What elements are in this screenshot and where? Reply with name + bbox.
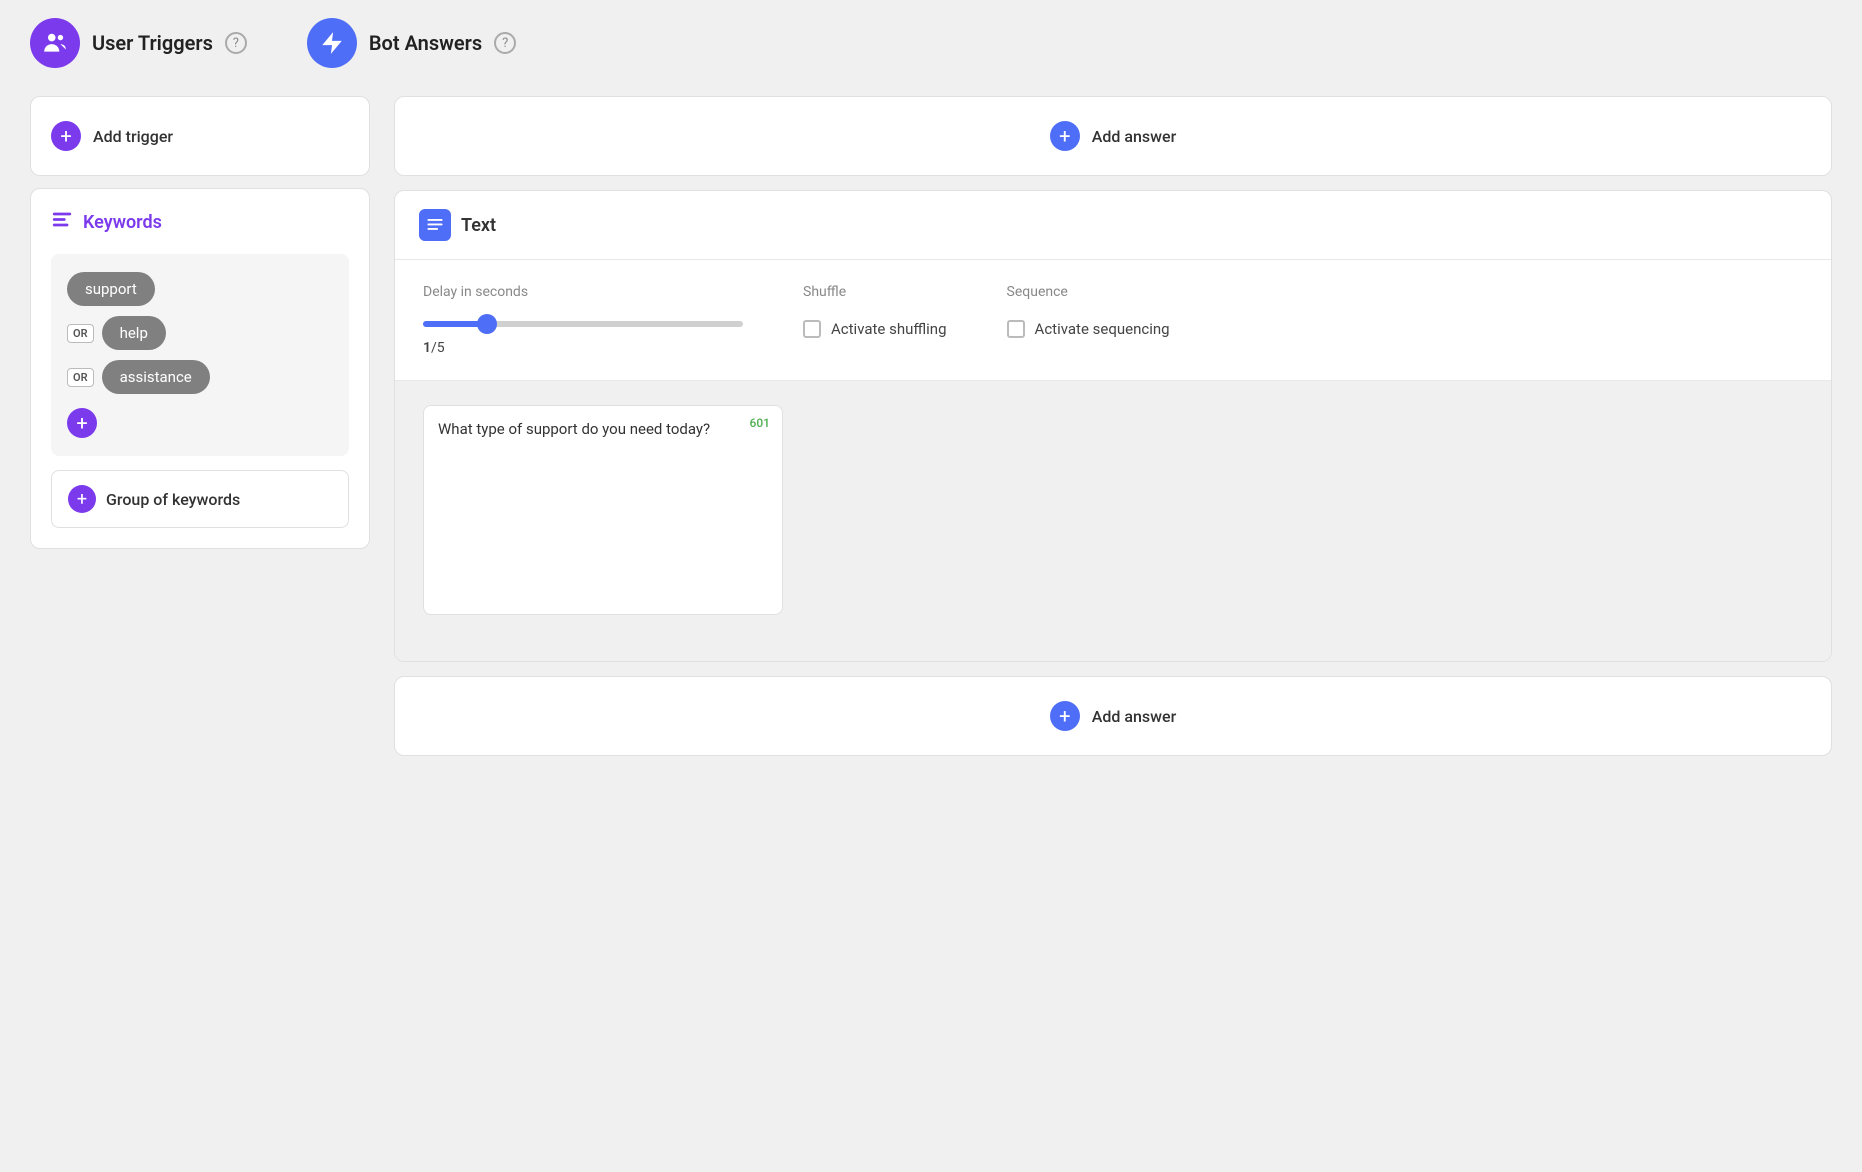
add-trigger-card[interactable]: + Add trigger — [30, 96, 370, 176]
right-panel: + Add answer Text Delay in — [394, 96, 1832, 756]
text-answer-card: Text Delay in seconds 1/ — [394, 190, 1832, 662]
sequence-label: Sequence — [1007, 284, 1170, 300]
delay-control-group: Delay in seconds 1/5 — [423, 284, 743, 356]
keywords-title: Keywords — [83, 212, 162, 233]
sequence-activate-label: Activate sequencing — [1035, 320, 1170, 338]
slider-value: 1/5 — [423, 340, 743, 356]
add-answer-top-card[interactable]: + Add answer — [394, 96, 1832, 176]
bot-answers-icon — [307, 18, 357, 68]
add-trigger-label: Add trigger — [93, 127, 173, 146]
or-badge-help: OR — [67, 324, 94, 343]
group-keywords-button[interactable]: + Group of keywords — [51, 470, 349, 528]
add-answer-top-label: Add answer — [1092, 127, 1176, 146]
add-answer-top-plus-icon: + — [1050, 121, 1080, 151]
delay-label: Delay in seconds — [423, 284, 743, 300]
char-count: 601 — [750, 416, 770, 430]
user-triggers-icon — [30, 18, 80, 68]
sequence-checkbox-row: Activate sequencing — [1007, 320, 1170, 338]
shuffle-control-group: Shuffle Activate shuffling — [803, 284, 947, 338]
top-header: User Triggers ? Bot Answers ? — [0, 0, 1862, 86]
keyword-pill-assistance[interactable]: assistance — [102, 360, 210, 394]
keywords-icon — [51, 209, 73, 236]
text-section-icon — [419, 209, 451, 241]
shuffle-activate-label: Activate shuffling — [831, 320, 947, 338]
keywords-list: support OR help OR assistance + — [51, 254, 349, 456]
text-card-content: 601 — [395, 381, 1831, 661]
text-section-title: Text — [461, 215, 496, 236]
left-panel: + Add trigger Keywords support — [30, 96, 370, 549]
text-textarea-wrapper: 601 — [423, 405, 783, 615]
slider-track — [423, 321, 743, 327]
keywords-card: Keywords support OR help OR assistance + — [30, 188, 370, 549]
main-layout: + Add trigger Keywords support — [0, 86, 1862, 766]
group-keywords-plus-icon: + — [68, 485, 96, 513]
text-card-header: Text — [395, 191, 1831, 260]
keywords-header: Keywords — [51, 209, 349, 236]
add-answer-bottom-card[interactable]: + Add answer — [394, 676, 1832, 756]
slider-max: 5 — [437, 340, 445, 356]
keyword-pill-support[interactable]: support — [67, 272, 155, 306]
group-keywords-label: Group of keywords — [106, 490, 240, 509]
shuffle-checkbox[interactable] — [803, 320, 821, 338]
slider-current: 1 — [423, 340, 431, 356]
keyword-row-assistance: OR assistance — [67, 360, 333, 394]
add-keyword-button[interactable]: + — [67, 408, 97, 438]
text-card-controls: Delay in seconds 1/5 — [395, 260, 1831, 381]
add-answer-bottom-plus-icon: + — [1050, 701, 1080, 731]
user-triggers-title: User Triggers — [92, 31, 213, 55]
user-triggers-help[interactable]: ? — [225, 32, 247, 54]
shuffle-label: Shuffle — [803, 284, 947, 300]
keyword-row-support: support — [67, 272, 333, 306]
bot-answers-section: Bot Answers ? — [307, 18, 516, 68]
shuffle-checkbox-row: Activate shuffling — [803, 320, 947, 338]
keyword-row-help: OR help — [67, 316, 333, 350]
sequence-control-group: Sequence Activate sequencing — [1007, 284, 1170, 338]
add-trigger-plus-icon: + — [51, 121, 81, 151]
user-triggers-section: User Triggers ? — [30, 18, 247, 68]
or-badge-assistance: OR — [67, 368, 94, 387]
bot-answers-title: Bot Answers — [369, 31, 482, 55]
delay-slider-wrapper: 1/5 — [423, 314, 743, 356]
delay-slider[interactable] — [423, 314, 743, 334]
bot-answers-help[interactable]: ? — [494, 32, 516, 54]
text-textarea[interactable] — [438, 420, 768, 580]
sequence-checkbox[interactable] — [1007, 320, 1025, 338]
keyword-pill-help[interactable]: help — [102, 316, 166, 350]
add-answer-bottom-label: Add answer — [1092, 707, 1176, 726]
slider-thumb[interactable] — [477, 314, 497, 334]
